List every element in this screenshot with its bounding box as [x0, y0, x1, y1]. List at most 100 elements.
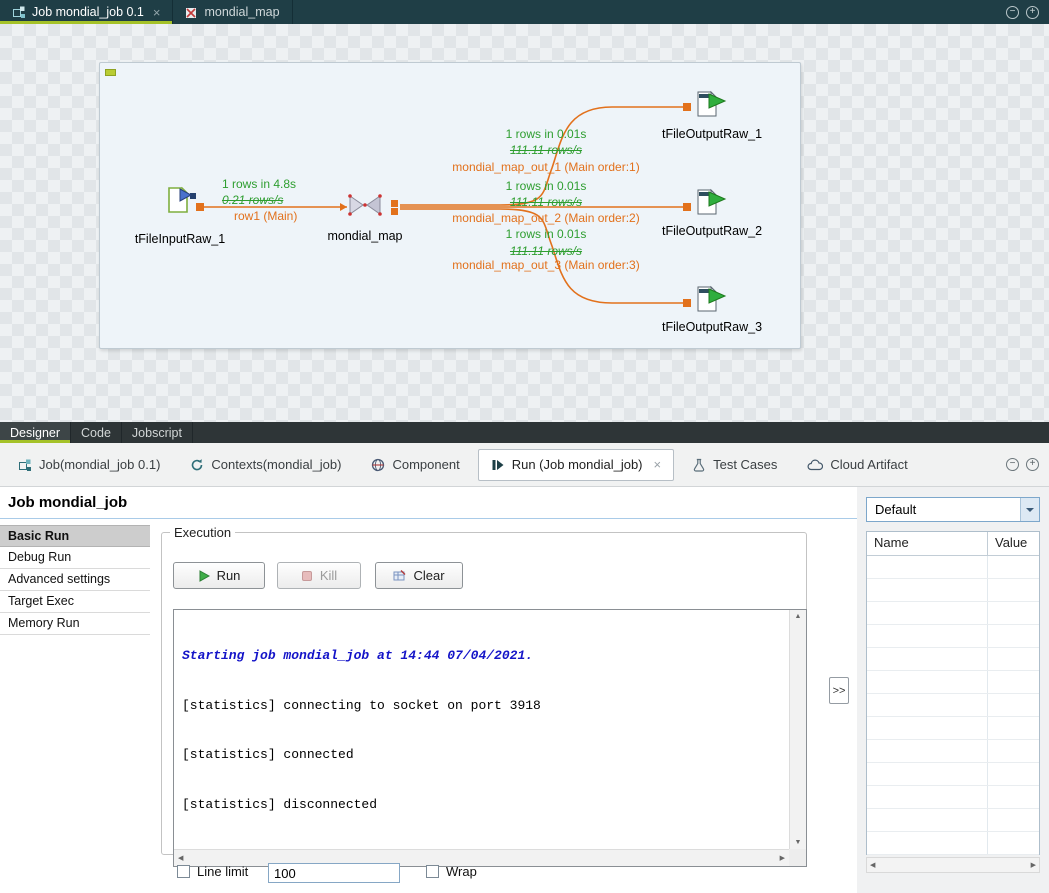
- tab-code[interactable]: Code: [71, 422, 122, 443]
- table-row[interactable]: [867, 556, 1039, 579]
- console-vertical-scrollbar[interactable]: ▲ ▼: [789, 610, 806, 849]
- tab-label: Component: [392, 457, 459, 472]
- kill-icon: [301, 570, 313, 582]
- editor-tab-bar: Job mondial_job 0.1 × mondial_map − +: [0, 0, 1049, 24]
- table-row[interactable]: [867, 694, 1039, 717]
- execution-group: Execution Run Kill Clear Starting job mo…: [161, 525, 807, 855]
- expand-context-panel-button[interactable]: >>: [829, 677, 849, 704]
- tfileoutputraw-icon: [694, 284, 728, 314]
- sidebar-item-debug-run[interactable]: Debug Run: [0, 547, 150, 569]
- minimize-icon[interactable]: −: [1006, 6, 1019, 19]
- job-note-badge[interactable]: [105, 69, 116, 76]
- context-dropdown[interactable]: Default: [866, 497, 1040, 522]
- component-tfileoutputraw-3[interactable]: [694, 284, 728, 317]
- scroll-up-icon[interactable]: ▲: [795, 613, 802, 620]
- wrap-checkbox[interactable]: [426, 865, 439, 878]
- sidebar-item-advanced-settings[interactable]: Advanced settings: [0, 569, 150, 591]
- tab-contexts[interactable]: Contexts(mondial_job): [178, 449, 353, 481]
- console-line: [statistics] connected: [182, 747, 781, 764]
- kill-button[interactable]: Kill: [277, 562, 361, 589]
- line-limit-input[interactable]: [268, 863, 400, 883]
- table-row[interactable]: [867, 809, 1039, 832]
- link-rate-stat: 111.11 rows/s: [430, 195, 662, 209]
- console-output[interactable]: Starting job mondial_job at 14:44 07/04/…: [173, 609, 807, 867]
- tmap-icon: [347, 193, 383, 217]
- table-row[interactable]: [867, 625, 1039, 648]
- table-row[interactable]: [867, 786, 1039, 809]
- contexts-icon: [190, 458, 204, 472]
- run-button[interactable]: Run: [173, 562, 265, 589]
- component-label[interactable]: tFileOutputRaw_2: [650, 224, 774, 238]
- component-label[interactable]: tFileInputRaw_1: [120, 232, 240, 246]
- editor-tab-actions: − +: [1006, 0, 1049, 24]
- sidebar-item-basic-run[interactable]: Basic Run: [0, 525, 150, 547]
- component-label[interactable]: mondial_map: [310, 229, 420, 243]
- close-icon[interactable]: ×: [654, 457, 662, 472]
- tab-component[interactable]: Component: [359, 449, 471, 481]
- component-mondial-map[interactable]: [347, 193, 383, 220]
- table-row[interactable]: [867, 763, 1039, 786]
- tab-test-cases[interactable]: Test Cases: [680, 449, 789, 481]
- tab-run[interactable]: Run (Job mondial_job) ×: [478, 449, 674, 481]
- console-line: [statistics] disconnected: [182, 797, 781, 814]
- link-label[interactable]: row1 (Main): [234, 209, 297, 223]
- tab-cloud-artifact[interactable]: Cloud Artifact: [795, 449, 919, 481]
- column-header-value[interactable]: Value: [988, 532, 1039, 555]
- component-label[interactable]: tFileOutputRaw_3: [650, 320, 774, 334]
- component-label[interactable]: tFileOutputRaw_1: [650, 127, 774, 141]
- minimize-icon[interactable]: −: [1006, 458, 1019, 471]
- tab-label: Job(mondial_job 0.1): [39, 457, 160, 472]
- component-tfileoutputraw-2[interactable]: [694, 187, 728, 220]
- link-label[interactable]: mondial_map_out_1 (Main order:1): [430, 160, 662, 174]
- design-canvas[interactable]: tFileInputRaw_1 mondial_map tFileOutputR…: [0, 24, 1049, 422]
- play-icon: [198, 570, 210, 582]
- talend-studio-window: Job mondial_job 0.1 × mondial_map − +: [0, 0, 1049, 893]
- link-label[interactable]: mondial_map_out_3 (Main order:3): [430, 258, 662, 272]
- sidebar-item-memory-run[interactable]: Memory Run: [0, 613, 150, 635]
- page-title: Job mondial_job: [8, 494, 127, 511]
- tab-label: Cloud Artifact: [830, 457, 907, 472]
- scroll-right-icon[interactable]: ▶: [1031, 861, 1036, 869]
- table-row[interactable]: [867, 832, 1039, 855]
- column-header-name[interactable]: Name: [867, 532, 988, 555]
- component-tfileoutputraw-1[interactable]: [694, 89, 728, 122]
- tab-designer[interactable]: Designer: [0, 422, 71, 443]
- close-icon[interactable]: ×: [153, 5, 161, 20]
- context-variables-table[interactable]: Name Value: [866, 531, 1040, 855]
- sidebar-item-target-exec[interactable]: Target Exec: [0, 591, 150, 613]
- tab-label: Run (Job mondial_job): [512, 457, 643, 472]
- component-tfileinputraw-1[interactable]: [163, 185, 197, 218]
- table-row[interactable]: [867, 717, 1039, 740]
- clear-button[interactable]: Clear: [375, 562, 463, 589]
- scroll-left-icon[interactable]: ◀: [870, 861, 875, 869]
- tab-label: Test Cases: [713, 457, 777, 472]
- maximize-icon[interactable]: +: [1026, 458, 1039, 471]
- tfileinputraw-icon: [163, 185, 197, 215]
- table-row[interactable]: [867, 602, 1039, 625]
- tab-job-mondial-job[interactable]: Job mondial_job 0.1 ×: [0, 0, 173, 24]
- chevron-down-icon[interactable]: [1020, 498, 1039, 521]
- console-horizontal-scrollbar[interactable]: ◀ ▶: [174, 849, 789, 866]
- job-icon: [18, 458, 32, 472]
- execution-legend: Execution: [170, 525, 235, 540]
- test-cases-icon: [692, 458, 706, 472]
- link-rate-stat: 111.11 rows/s: [430, 143, 662, 157]
- scroll-down-icon[interactable]: ▼: [795, 839, 802, 846]
- table-row[interactable]: [867, 648, 1039, 671]
- link-label[interactable]: mondial_map_out_2 (Main order:2): [430, 211, 662, 225]
- link-row-stat: 1 rows in 4.8s: [222, 177, 296, 191]
- scroll-right-icon[interactable]: ▶: [780, 854, 785, 862]
- tab-job[interactable]: Job(mondial_job 0.1): [6, 449, 172, 481]
- line-limit-checkbox[interactable]: [177, 865, 190, 878]
- context-horizontal-scrollbar[interactable]: ◀ ▶: [866, 857, 1040, 873]
- scroll-left-icon[interactable]: ◀: [178, 854, 183, 862]
- tab-jobscript[interactable]: Jobscript: [122, 422, 193, 443]
- table-row[interactable]: [867, 579, 1039, 602]
- table-row[interactable]: [867, 671, 1039, 694]
- title-separator: [0, 518, 857, 519]
- tab-mondial-map[interactable]: mondial_map: [173, 0, 292, 24]
- table-row[interactable]: [867, 740, 1039, 763]
- maximize-icon[interactable]: +: [1026, 6, 1039, 19]
- job-icon: [12, 5, 26, 19]
- table-header: Name Value: [867, 532, 1039, 556]
